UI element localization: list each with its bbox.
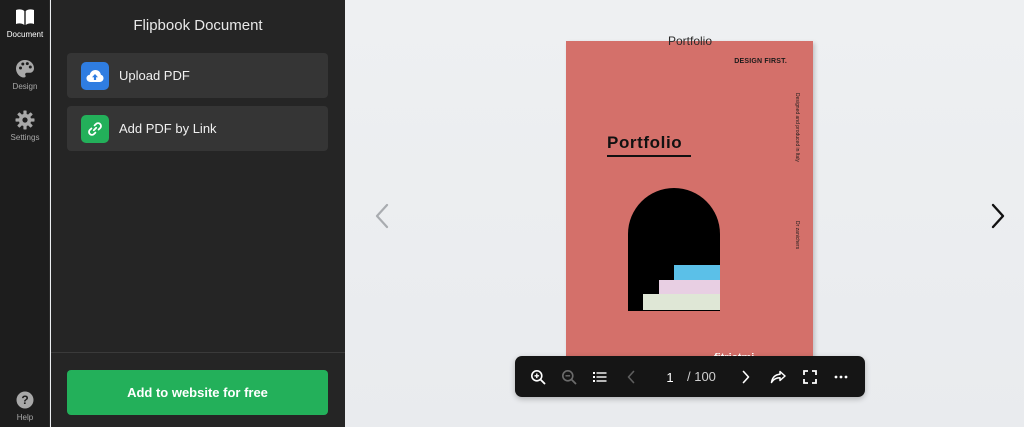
rail-item-document[interactable]: Document <box>0 6 50 39</box>
help-icon: ? <box>14 389 36 411</box>
cover-brand: DESIGN FIRST. <box>734 58 787 65</box>
book-open-icon <box>14 6 36 28</box>
page-total: / 100 <box>687 369 716 384</box>
cover-step-blue <box>674 265 720 281</box>
add-pdf-by-link-button[interactable]: Add PDF by Link <box>67 106 328 151</box>
cover-title: Portfolio <box>607 133 683 152</box>
share-icon <box>770 370 786 384</box>
fullscreen-button[interactable] <box>799 366 821 388</box>
cover-side-text: Designed and produced in Italy Dr zanich… <box>792 93 802 263</box>
document-panel: Flipbook Document Upload PDF Add PDF by … <box>51 0 345 427</box>
cloud-upload-icon <box>81 61 109 90</box>
cover-side-text-2: Dr zanichers <box>794 221 800 250</box>
book-cover-page[interactable]: DESIGN FIRST. Designed and produced in I… <box>566 41 813 361</box>
rail-item-settings[interactable]: Settings <box>0 109 50 142</box>
share-button[interactable] <box>767 366 789 388</box>
svg-text:?: ? <box>21 393 28 407</box>
cover-side-text-1: Designed and produced in Italy <box>794 93 800 162</box>
previous-page-arrow[interactable] <box>367 200 397 232</box>
link-icon <box>81 114 109 143</box>
table-of-contents-button[interactable] <box>589 366 611 388</box>
chevron-right-icon <box>991 203 1005 229</box>
book-title: Portfolio <box>667 34 713 48</box>
add-pdf-by-link-label: Add PDF by Link <box>119 121 217 136</box>
cover-step-green <box>643 294 720 310</box>
zoom-out-button[interactable] <box>558 366 580 388</box>
zoom-out-icon <box>562 370 577 385</box>
zoom-in-icon <box>531 370 546 385</box>
zoom-in-button[interactable] <box>527 366 549 388</box>
rail-label-design: Design <box>12 82 38 91</box>
toolbar-next-button[interactable] <box>735 366 757 388</box>
cover-step-pink <box>659 280 720 295</box>
cover-title-underline <box>607 155 691 157</box>
rail-item-design[interactable]: Design <box>0 58 50 91</box>
rail-label-settings: Settings <box>10 133 40 142</box>
page-number-input[interactable] <box>657 366 683 388</box>
upload-pdf-button[interactable]: Upload PDF <box>67 53 328 98</box>
rail-label-help: Help <box>16 413 34 422</box>
chevron-right-icon <box>742 370 750 384</box>
panel-divider <box>51 352 345 353</box>
fullscreen-icon <box>803 370 817 384</box>
gear-icon <box>14 109 36 131</box>
list-icon <box>593 372 607 382</box>
add-to-website-button[interactable]: Add to website for free <box>67 370 328 415</box>
rail-label-document: Document <box>6 30 44 39</box>
rail-item-help[interactable]: ? Help <box>0 389 50 422</box>
upload-pdf-label: Upload PDF <box>119 68 190 83</box>
next-page-arrow[interactable] <box>983 200 1013 232</box>
chevron-left-icon <box>627 370 635 384</box>
chevron-left-icon <box>375 203 389 229</box>
more-horizontal-icon <box>834 375 848 379</box>
panel-title: Flipbook Document <box>133 17 263 34</box>
more-options-button[interactable] <box>830 366 852 388</box>
flipbook-viewer: DESIGN FIRST. Designed and produced in I… <box>345 0 1024 427</box>
palette-icon <box>14 58 36 80</box>
viewer-toolbar: / 100 <box>515 356 865 397</box>
toolbar-previous-button[interactable] <box>620 366 642 388</box>
icon-rail: Document Design Settings ? Help <box>0 0 50 427</box>
